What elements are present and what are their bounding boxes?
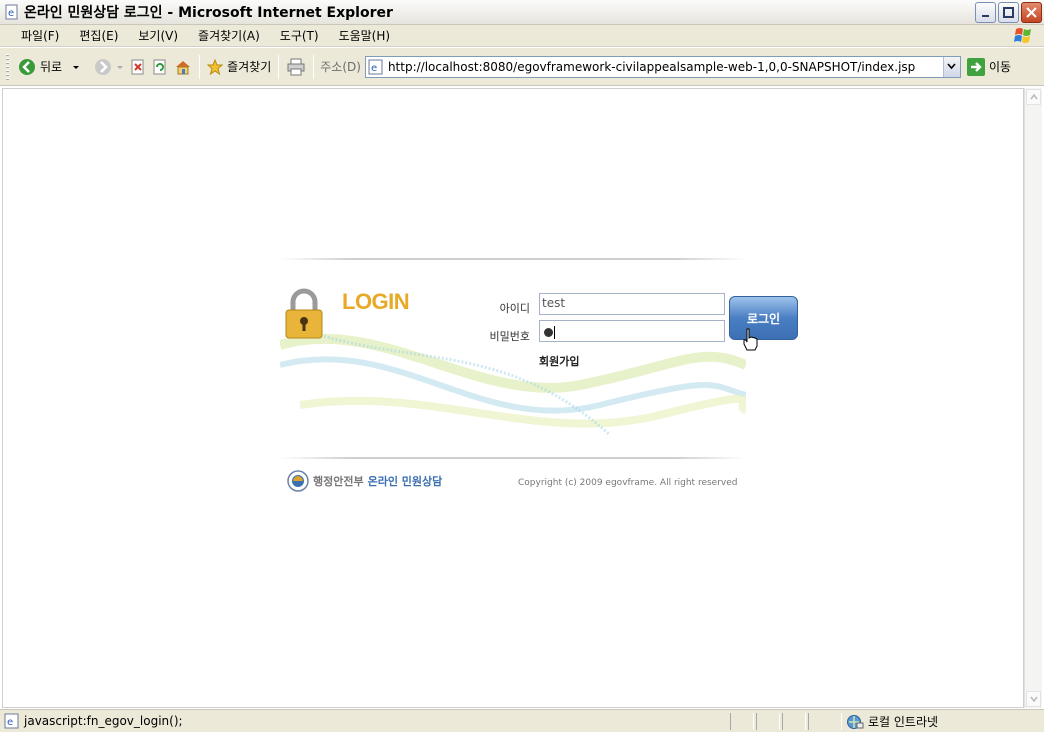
hand-cursor-icon xyxy=(743,328,758,351)
login-panel: LOGIN 아이디 test 비밀번호 로그인 회원가입 행정안전부 온라인 민… xyxy=(280,255,798,505)
maximize-button[interactable] xyxy=(998,2,1019,23)
top-divider xyxy=(280,258,746,260)
toolbar-grip xyxy=(6,53,9,80)
menu-bar: 파일(F) 편집(E) 보기(V) 즐겨찾기(A) 도구(T) 도움말(H) xyxy=(0,25,1044,47)
status-cell xyxy=(782,713,806,730)
back-button[interactable]: 뒤로 xyxy=(15,55,83,79)
address-dropdown-button[interactable] xyxy=(942,56,960,77)
ministry-emblem-icon xyxy=(287,470,309,492)
page-icon: e xyxy=(368,59,383,74)
chevron-up-icon xyxy=(1029,94,1038,100)
go-label: 이동 xyxy=(988,60,1012,74)
forward-dropdown-icon[interactable] xyxy=(116,63,124,71)
printer-icon xyxy=(287,58,305,75)
go-button[interactable]: 이동 xyxy=(966,57,1012,76)
service-name: 온라인 민원상담 xyxy=(367,475,443,488)
stop-icon xyxy=(131,59,144,74)
title-bar: e 온라인 민원상담 로그인 - Microsoft Internet Expl… xyxy=(0,0,1044,25)
ministry-logo: 행정안전부 온라인 민원상담 xyxy=(287,470,442,492)
svg-text:e: e xyxy=(371,63,377,74)
status-cell xyxy=(730,713,754,730)
stop-button[interactable] xyxy=(127,55,149,79)
zone-label: 로컬 인트라넷 xyxy=(868,715,939,729)
go-arrow-icon xyxy=(966,57,985,76)
forward-arrow-icon xyxy=(95,58,112,75)
dropdown-arrow-icon[interactable] xyxy=(72,63,80,71)
windows-logo-icon xyxy=(1014,28,1031,43)
refresh-button[interactable] xyxy=(149,55,171,79)
text-caret xyxy=(554,325,555,339)
decorative-swoosh xyxy=(280,333,746,437)
minimize-icon xyxy=(981,14,989,17)
bottom-divider xyxy=(280,457,746,459)
password-label: 비밀번호 xyxy=(489,330,530,343)
home-button[interactable] xyxy=(171,55,195,79)
menu-view[interactable]: 보기(V) xyxy=(127,27,187,44)
password-input[interactable] xyxy=(539,320,725,342)
vertical-scrollbar[interactable] xyxy=(1024,88,1042,708)
padlock-icon xyxy=(285,288,323,339)
ministry-name: 행정안전부 xyxy=(313,475,364,488)
signup-link[interactable]: 회원가입 xyxy=(539,353,579,369)
id-input[interactable]: test xyxy=(539,293,725,315)
address-bar[interactable]: e http://localhost:8080/egovframework-ci… xyxy=(364,55,961,78)
svg-text:e: e xyxy=(7,717,13,728)
toolbar-separator xyxy=(278,54,280,79)
toolbar-separator xyxy=(313,54,315,79)
menu-help[interactable]: 도움말(H) xyxy=(328,27,400,44)
scroll-up-button[interactable] xyxy=(1026,89,1041,105)
status-text: javascript:fn_egov_login(); xyxy=(24,714,183,728)
login-button[interactable]: 로그인 xyxy=(729,296,798,340)
copyright-text: Copyright (c) 2009 egovframe. All right … xyxy=(518,478,738,488)
close-button[interactable] xyxy=(1021,2,1042,23)
intranet-globe-icon xyxy=(847,714,864,729)
close-icon xyxy=(1026,7,1037,18)
favorites-button[interactable]: 즐겨찾기 xyxy=(204,55,274,79)
scroll-down-button[interactable] xyxy=(1026,691,1041,707)
chevron-down-icon xyxy=(1029,696,1038,702)
id-label: 아이디 xyxy=(499,302,530,315)
status-cell xyxy=(808,713,842,730)
minimize-button[interactable] xyxy=(975,2,996,23)
toolbar: 뒤로 즐겨찾기 주소(D) e http://localhost:8080/eg… xyxy=(0,48,1044,86)
svg-text:e: e xyxy=(8,8,14,19)
ie-page-icon: e xyxy=(5,4,18,20)
security-zone[interactable]: 로컬 인트라넷 xyxy=(846,713,938,730)
address-label: 주소(D) xyxy=(320,60,361,74)
menu-tools[interactable]: 도구(T) xyxy=(269,27,328,44)
refresh-icon xyxy=(153,59,166,74)
back-label: 뒤로 xyxy=(40,60,63,74)
back-arrow-icon xyxy=(19,58,35,75)
status-cell xyxy=(756,713,780,730)
menu-favorites[interactable]: 즐겨찾기(A) xyxy=(187,27,269,44)
url-text[interactable]: http://localhost:8080/egovframework-civi… xyxy=(388,60,915,74)
window-title: 온라인 민원상담 로그인 - Microsoft Internet Explor… xyxy=(24,5,393,21)
favorites-label: 즐겨찾기 xyxy=(227,60,272,74)
maximize-icon xyxy=(1003,7,1014,18)
status-bar: e javascript:fn_egov_login(); 로컬 인트라넷 xyxy=(0,709,1044,732)
toolbar-separator xyxy=(199,54,201,79)
home-icon xyxy=(176,60,191,74)
star-icon xyxy=(207,58,224,75)
page-status-icon: e xyxy=(4,713,19,729)
password-mask-dot xyxy=(544,327,553,337)
forward-button[interactable] xyxy=(91,55,127,79)
menu-edit[interactable]: 편집(E) xyxy=(68,27,127,44)
menu-file[interactable]: 파일(F) xyxy=(10,27,68,44)
chevron-down-icon xyxy=(947,63,957,70)
print-button[interactable] xyxy=(283,55,309,79)
login-title: LOGIN xyxy=(342,289,410,314)
